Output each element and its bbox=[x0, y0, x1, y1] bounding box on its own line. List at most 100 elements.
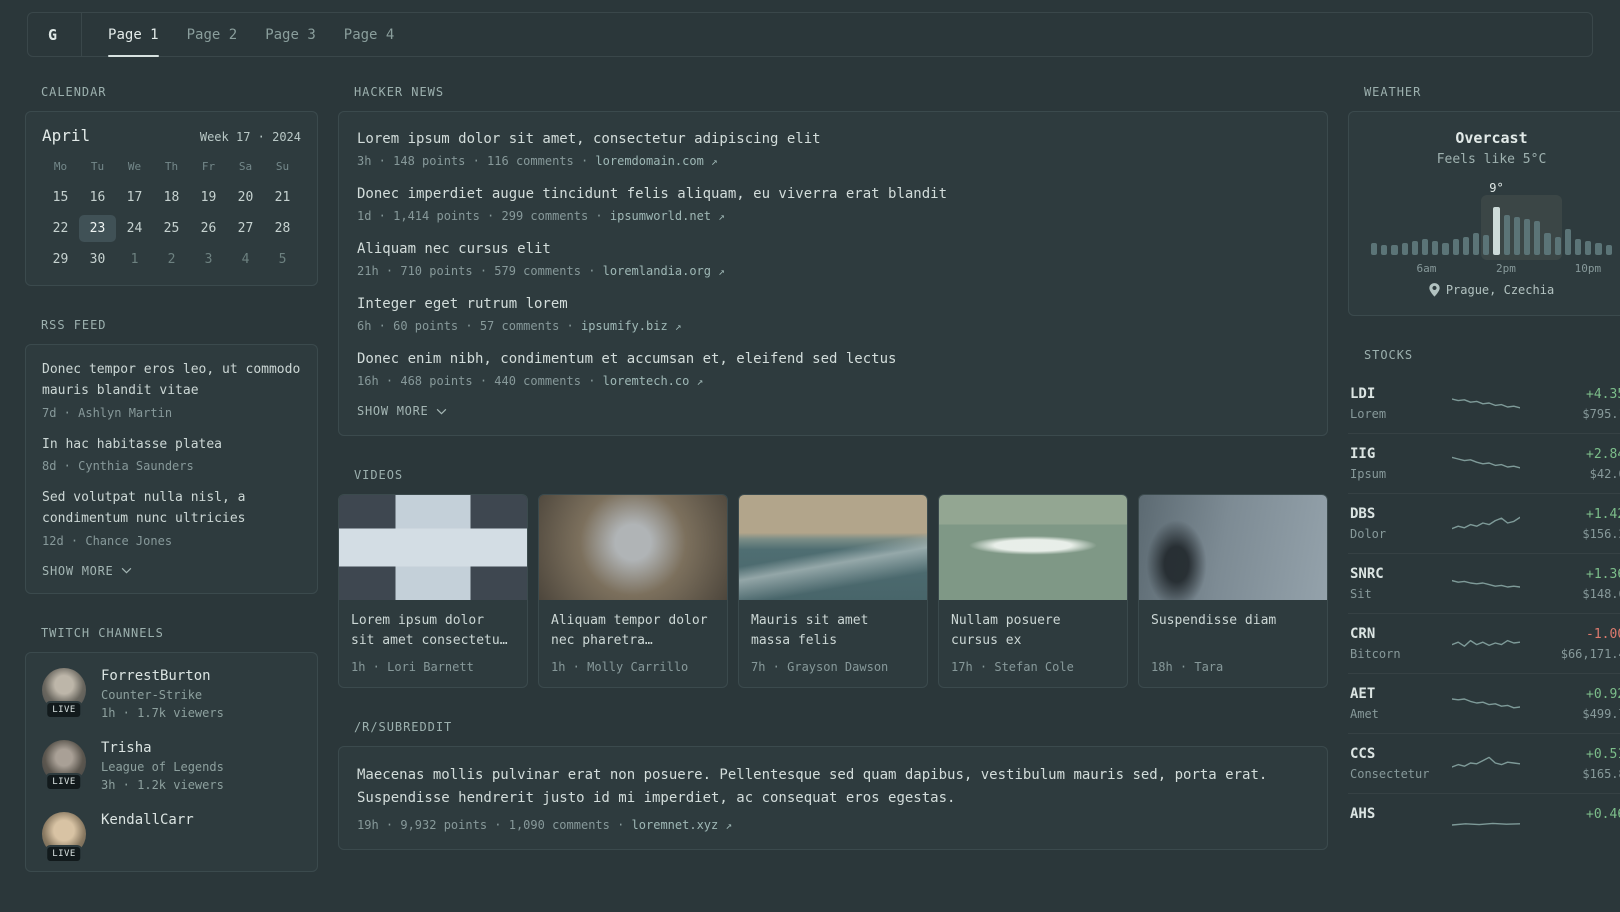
calendar-day[interactable]: 30 bbox=[79, 246, 116, 273]
calendar-day[interactable]: 24 bbox=[116, 215, 153, 242]
rss-item-meta: 7d · Ashlyn Martin bbox=[42, 405, 173, 420]
app-logo[interactable]: G bbox=[48, 13, 83, 56]
channel-name[interactable]: Trisha bbox=[101, 740, 224, 756]
calendar-day[interactable]: 1 bbox=[116, 246, 153, 273]
weather-hour-bar bbox=[1595, 243, 1602, 255]
subreddit-card: Maecenas mollis pulvinar erat non posuer… bbox=[338, 746, 1328, 851]
weather-condition: Overcast bbox=[1455, 129, 1528, 147]
calendar-day[interactable]: 25 bbox=[153, 215, 190, 242]
calendar-day[interactable]: 18 bbox=[153, 184, 190, 211]
calendar-day[interactable]: 2 bbox=[153, 246, 190, 273]
video-title[interactable]: Mauris sit amet massa felis bbox=[751, 611, 915, 651]
post-domain[interactable]: loremnet.xyz ↗ bbox=[632, 818, 733, 832]
calendar-day[interactable]: 22 bbox=[42, 215, 79, 242]
external-link-icon: ↗ bbox=[711, 155, 718, 168]
video-title[interactable]: Aliquam tempor dolor nec pharetra… bbox=[551, 611, 715, 651]
tab-page-3[interactable]: Page 3 bbox=[265, 13, 316, 56]
show-more-label: SHOW MORE bbox=[42, 563, 114, 578]
stock-row[interactable]: AHS +0.46% bbox=[1348, 793, 1620, 853]
weather-axis-label: 10pm bbox=[1574, 262, 1602, 275]
calendar-day-selected[interactable]: 23 bbox=[79, 215, 116, 242]
video-thumbnail[interactable] bbox=[739, 495, 927, 600]
hn-item-domain[interactable]: loremlandia.org ↗ bbox=[603, 264, 725, 278]
stock-sparkline bbox=[1452, 756, 1521, 768]
calendar-day[interactable]: 26 bbox=[190, 215, 227, 242]
twitch-channel-list: LIVE ForrestBurton Counter-Strike 1h · 1… bbox=[42, 667, 301, 863]
tab-page-1[interactable]: Page 1 bbox=[108, 13, 159, 57]
hn-item-title[interactable]: Lorem ipsum dolor sit amet, consectetur … bbox=[357, 129, 1309, 150]
weather-location[interactable]: Prague, Czechia bbox=[1365, 283, 1618, 297]
hn-item: Donec imperdiet augue tincidunt felis al… bbox=[357, 184, 1309, 223]
calendar-day[interactable]: 29 bbox=[42, 246, 79, 273]
calendar-day[interactable]: 5 bbox=[264, 246, 301, 273]
stock-ticker: AHS bbox=[1350, 806, 1376, 822]
middle-column: HACKER NEWS Lorem ipsum dolor sit amet, … bbox=[338, 85, 1328, 882]
calendar-day[interactable]: 3 bbox=[190, 246, 227, 273]
rss-item-title[interactable]: Sed volutpat nulla nisl, a condimentum n… bbox=[42, 488, 301, 530]
stock-ticker: LDI bbox=[1350, 386, 1376, 402]
weather-hour-bar bbox=[1401, 243, 1408, 255]
stock-row[interactable]: CCS Consectetur +0.51% $165.84 bbox=[1348, 733, 1620, 793]
hn-item-title[interactable]: Aliquam nec cursus elit bbox=[357, 239, 1309, 260]
tab-page-2[interactable]: Page 2 bbox=[187, 13, 238, 56]
stock-sparkline bbox=[1452, 456, 1521, 468]
hn-item-title[interactable]: Donec imperdiet augue tincidunt felis al… bbox=[357, 184, 1309, 205]
video-thumbnail[interactable] bbox=[939, 495, 1127, 600]
calendar-day[interactable]: 15 bbox=[42, 184, 79, 211]
calendar-day[interactable]: 4 bbox=[227, 246, 264, 273]
widget-title: /R/SUBREDDIT bbox=[354, 720, 453, 735]
tab-page-4[interactable]: Page 4 bbox=[344, 13, 395, 56]
rss-item-title[interactable]: Donec tempor eros leo, ut commodo mauris… bbox=[42, 360, 301, 402]
stock-row[interactable]: DBS Dolor +1.42% $156.28 bbox=[1348, 493, 1620, 553]
stock-ticker: CRN bbox=[1350, 626, 1376, 642]
calendar-day[interactable]: 28 bbox=[264, 215, 301, 242]
post-title[interactable]: Maecenas mollis pulvinar erat non posuer… bbox=[357, 764, 1309, 810]
stock-ticker: IIG bbox=[1350, 446, 1376, 462]
widget-title: CALENDAR bbox=[41, 85, 107, 99]
hn-item-title[interactable]: Donec enim nibh, condimentum et accumsan… bbox=[357, 349, 1309, 370]
weather-hour-bar bbox=[1381, 245, 1388, 255]
hn-item-domain[interactable]: loremdomain.com ↗ bbox=[595, 154, 717, 168]
video-card[interactable]: Nullam posuere cursus ex 17h · Stefan Co… bbox=[938, 494, 1128, 689]
rss-item-title[interactable]: In hac habitasse platea bbox=[42, 435, 301, 456]
hn-item-domain[interactable]: ipsumworld.net ↗ bbox=[610, 209, 725, 223]
show-more-button[interactable]: SHOW MORE bbox=[42, 564, 301, 578]
hn-item-meta: 6h · 60 points · 57 comments · ipsumify.… bbox=[357, 319, 682, 333]
video-thumbnail[interactable] bbox=[539, 495, 727, 600]
stock-ticker: CCS bbox=[1350, 746, 1376, 762]
video-card[interactable]: Lorem ipsum dolor sit amet consectetu… 1… bbox=[338, 494, 528, 689]
calendar-day[interactable]: 27 bbox=[227, 215, 264, 242]
twitch-channel[interactable]: LIVE Trisha League of Legends 3h · 1.2k … bbox=[42, 739, 301, 792]
calendar-day[interactable]: 16 bbox=[79, 184, 116, 211]
external-link-icon: ↗ bbox=[718, 265, 725, 278]
video-title[interactable]: Nullam posuere cursus ex bbox=[951, 611, 1115, 651]
video-thumbnail[interactable] bbox=[1139, 495, 1327, 600]
video-thumbnail[interactable] bbox=[339, 495, 527, 600]
stock-row[interactable]: CRN Bitcorn -1.00% $66,171.48 bbox=[1348, 613, 1620, 673]
video-card[interactable]: Suspendisse diam 18h · Tara bbox=[1138, 494, 1328, 689]
hn-item-domain[interactable]: loremtech.co ↗ bbox=[603, 374, 704, 388]
channel-name[interactable]: ForrestBurton bbox=[101, 668, 224, 684]
video-card[interactable]: Aliquam tempor dolor nec pharetra… 1h · … bbox=[538, 494, 728, 689]
hn-item-meta: 3h · 148 points · 116 comments · loremdo… bbox=[357, 154, 718, 168]
calendar-day[interactable]: 17 bbox=[116, 184, 153, 211]
weather-hour-bar bbox=[1442, 243, 1449, 255]
calendar-day[interactable]: 20 bbox=[227, 184, 264, 211]
show-more-button[interactable]: SHOW MORE bbox=[357, 404, 1309, 418]
twitch-channel[interactable]: LIVE KendallCarr bbox=[42, 811, 301, 863]
stock-row[interactable]: AET Amet +0.92% $499.72 bbox=[1348, 673, 1620, 733]
stock-row[interactable]: SNRC Sit +1.36% $148.64 bbox=[1348, 553, 1620, 613]
calendar-day-header: We bbox=[127, 160, 142, 173]
stock-row[interactable]: IIG Ipsum +2.84% $42.04 bbox=[1348, 433, 1620, 493]
hn-item-domain[interactable]: ipsumify.biz ↗ bbox=[581, 319, 682, 333]
video-card[interactable]: Mauris sit amet massa felis 7h · Grayson… bbox=[738, 494, 928, 689]
video-title[interactable]: Suspendisse diam bbox=[1151, 611, 1315, 651]
stock-row[interactable]: LDI Lorem +4.35% $795.18 bbox=[1348, 374, 1620, 433]
calendar-day[interactable]: 19 bbox=[190, 184, 227, 211]
videos-widget: VIDEOS Lorem ipsum dolor sit amet consec… bbox=[338, 468, 1328, 689]
twitch-channel[interactable]: LIVE ForrestBurton Counter-Strike 1h · 1… bbox=[42, 667, 301, 720]
channel-name[interactable]: KendallCarr bbox=[101, 812, 194, 828]
hn-item-title[interactable]: Integer eget rutrum lorem bbox=[357, 294, 1309, 315]
calendar-day[interactable]: 21 bbox=[264, 184, 301, 211]
video-title[interactable]: Lorem ipsum dolor sit amet consectetu… bbox=[351, 611, 515, 651]
